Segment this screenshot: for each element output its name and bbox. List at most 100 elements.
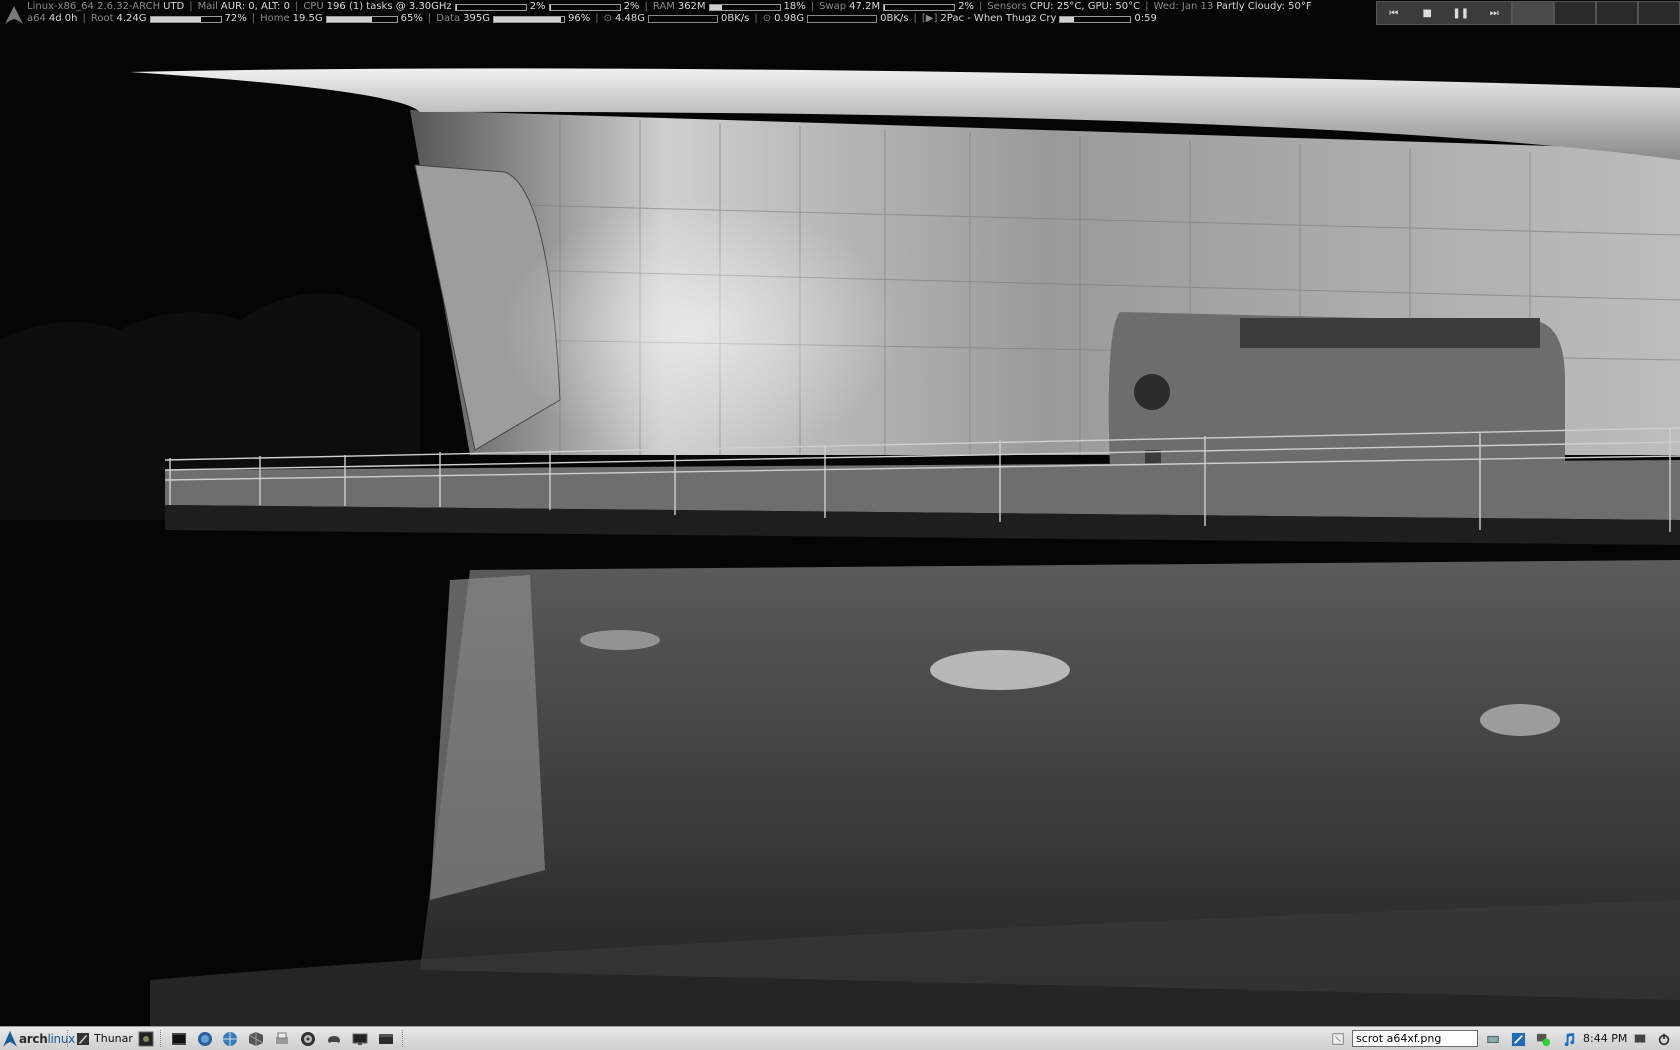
launcher-browser[interactable] xyxy=(196,1030,213,1047)
track-elapsed: 0:59 xyxy=(1134,13,1157,24)
download-graph xyxy=(648,15,719,23)
arch-logo-icon xyxy=(3,1031,17,1047)
conky-row-system: Linux-x86_64 2.6.32-ARCH UTD | Mail AUR:… xyxy=(27,1,1312,12)
browser-globe-icon xyxy=(197,1031,212,1046)
tray-music[interactable] xyxy=(1560,1031,1576,1047)
workspace-1[interactable] xyxy=(1512,1,1554,25)
terminal-window-icon xyxy=(138,1031,153,1046)
window-icon xyxy=(378,1033,393,1044)
launcher-network[interactable] xyxy=(221,1030,238,1047)
now-playing-track: 2Pac - When Thugz Cry xyxy=(940,13,1057,24)
launcher-game[interactable] xyxy=(325,1030,342,1047)
removable-drive-icon xyxy=(1487,1035,1499,1043)
launcher-window[interactable] xyxy=(377,1030,394,1047)
date: Wed: Jan 13 xyxy=(1153,1,1214,12)
root-value: 4.24G xyxy=(116,13,147,24)
launcher-printer[interactable] xyxy=(273,1030,290,1047)
data-bar xyxy=(493,15,565,23)
upload-total: 0.98G xyxy=(774,13,805,24)
cpu2-percent: 2% xyxy=(623,1,640,12)
pause-icon: ❚❚ xyxy=(1452,7,1470,19)
ram-percent: 18% xyxy=(783,1,806,12)
download-total: 4.48G xyxy=(615,13,646,24)
volume-icon xyxy=(1511,1032,1525,1046)
ram-value: 362M xyxy=(677,1,706,12)
uptime: 4d 0h xyxy=(48,13,78,24)
home-value: 19.5G xyxy=(292,13,323,24)
panel-separator xyxy=(402,1030,405,1047)
start-menu-button[interactable]: archlinux xyxy=(3,1029,75,1049)
swap-bar xyxy=(883,3,956,11)
stop-icon: ■ xyxy=(1422,7,1432,19)
workspace-4[interactable] xyxy=(1638,1,1680,25)
show-desktop-icon xyxy=(1634,1034,1646,1043)
workspace-2[interactable] xyxy=(1554,1,1596,25)
data-percent: 96% xyxy=(568,13,591,24)
data-value: 395G xyxy=(463,13,490,24)
bottom-panel: archlinux Thunar scrot a64xf.png 8:44 PM xyxy=(0,1026,1680,1050)
launcher-display[interactable] xyxy=(351,1030,368,1047)
conky-row-storage: a64 4d 0h | Root 4.24G 72% | Home 19.5G … xyxy=(27,13,1157,24)
desktop-wallpaper xyxy=(0,0,1680,1050)
download-rate: 0BK/s xyxy=(721,13,750,24)
taskbar-item-terminal[interactable] xyxy=(137,1030,154,1047)
root-percent: 72% xyxy=(224,13,247,24)
network-icon xyxy=(1536,1033,1550,1046)
terminal-icon xyxy=(171,1032,186,1045)
update-status: UTD xyxy=(163,1,185,12)
mail-label: Mail xyxy=(197,1,218,12)
pause-button[interactable]: ❚❚ xyxy=(1444,2,1478,24)
tray-removable-drive[interactable] xyxy=(1485,1031,1501,1047)
power-icon xyxy=(1658,1033,1670,1046)
network-globe-icon xyxy=(222,1031,237,1046)
launcher-media[interactable] xyxy=(299,1030,316,1047)
tray-network[interactable] xyxy=(1535,1031,1551,1047)
next-icon: ⏭ xyxy=(1489,7,1499,19)
media-disc-icon xyxy=(300,1031,315,1046)
weather: Partly Cloudy: 50°F xyxy=(1216,1,1312,12)
root-bar xyxy=(149,15,222,23)
run-command-input[interactable]: scrot a64xf.png xyxy=(1352,1030,1478,1047)
previous-button[interactable]: ⏮ xyxy=(1377,2,1411,24)
music-note-icon xyxy=(1564,1032,1574,1046)
gamepad-icon xyxy=(327,1035,340,1043)
swap-value: 47.2M xyxy=(849,1,881,12)
panel-separator xyxy=(67,1030,70,1047)
launcher-package[interactable] xyxy=(247,1030,264,1047)
home-bar xyxy=(325,15,398,23)
swap-label: Swap xyxy=(819,1,847,12)
workspace-3[interactable] xyxy=(1596,1,1638,25)
ram-label: RAM xyxy=(652,1,675,12)
now-playing-icon: [▶] xyxy=(921,13,938,24)
cpu2-bar xyxy=(548,3,621,11)
stop-button[interactable]: ■ xyxy=(1411,2,1445,24)
run-dialog-icon xyxy=(1330,1031,1346,1047)
upload-graph xyxy=(807,15,878,23)
hostname: a64 xyxy=(27,13,46,24)
taskbar-item-label: Thunar xyxy=(94,1032,133,1045)
upload-rate: 0BK/s xyxy=(880,13,909,24)
next-button[interactable]: ⏭ xyxy=(1478,2,1512,24)
tray-volume[interactable] xyxy=(1510,1031,1526,1047)
cpu-value: 196 (1) tasks @ 3.30GHz xyxy=(326,1,452,12)
package-icon xyxy=(248,1031,263,1046)
mail-value: AUR: 0, ALT: 0 xyxy=(220,1,290,12)
download-icon: ⊙ xyxy=(603,13,612,24)
display-icon xyxy=(352,1033,367,1045)
cpu-label: CPU xyxy=(303,1,324,12)
upload-icon: ⊙ xyxy=(762,13,772,24)
tray-power[interactable] xyxy=(1656,1031,1672,1047)
workspace-pager xyxy=(1512,1,1680,25)
cpu1-bar xyxy=(454,3,527,11)
previous-icon: ⏮ xyxy=(1389,7,1399,19)
conky-system-monitor: Linux-x86_64 2.6.32-ARCH UTD | Mail AUR:… xyxy=(0,0,1370,30)
root-label: Root xyxy=(90,13,114,24)
launcher-terminal[interactable] xyxy=(170,1030,187,1047)
sensors-value: CPU: 25°C, GPU: 50°C xyxy=(1029,1,1141,12)
tray-show-desktop[interactable] xyxy=(1632,1031,1648,1047)
clock[interactable]: 8:44 PM xyxy=(1583,1032,1627,1045)
printer-icon xyxy=(275,1032,288,1044)
sensors-label: Sensors xyxy=(987,1,1027,12)
swap-percent: 2% xyxy=(958,1,974,12)
taskbar-item-thunar[interactable]: Thunar xyxy=(72,1029,137,1048)
